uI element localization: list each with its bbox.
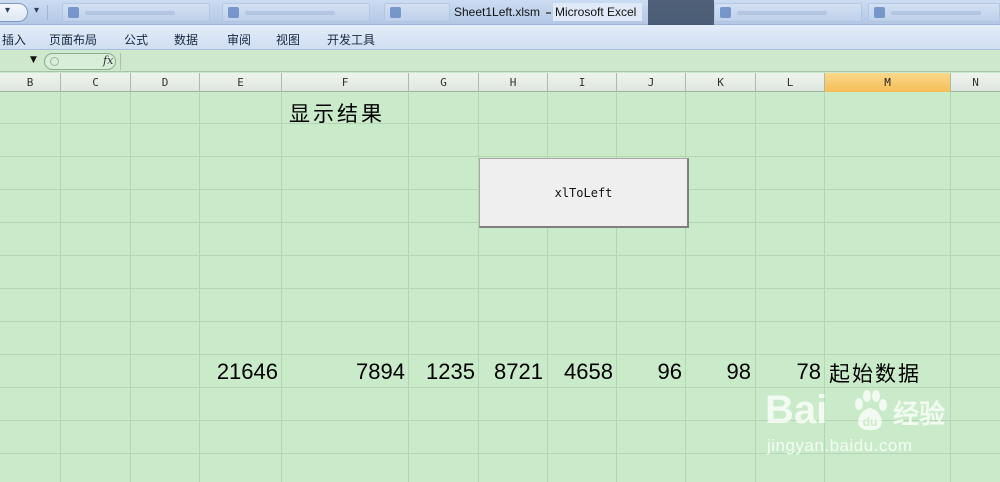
tab-formulas[interactable]: 公式 <box>124 31 148 48</box>
office-button[interactable]: ▾ <box>0 3 28 22</box>
document-icon <box>68 7 79 18</box>
data-cell-g[interactable]: 1235 <box>409 359 475 385</box>
baidu-paw-icon: du <box>855 390 887 431</box>
xltoleft-macro-button[interactable]: xlToLeft <box>479 158 689 228</box>
taskbar-thumbnail[interactable] <box>62 3 210 22</box>
column-header-l[interactable]: L <box>756 73 825 92</box>
column-header-h[interactable]: H <box>479 73 548 92</box>
title-separator <box>546 12 551 14</box>
formula-controls: fx <box>44 53 116 70</box>
data-cell-h[interactable]: 8721 <box>479 359 543 385</box>
column-header-c[interactable]: C <box>61 73 131 92</box>
separator <box>47 5 48 20</box>
tab-data[interactable]: 数据 <box>174 31 198 48</box>
tab-review[interactable]: 审阅 <box>227 31 251 48</box>
baidu-jingyan-watermark: Bai du 经验 jingyan.baidu.com <box>765 388 955 468</box>
taskbar-thumbnail[interactable] <box>384 3 450 22</box>
window-title-filename: Sheet1Left.xlsm <box>454 5 541 19</box>
document-icon <box>390 7 401 18</box>
data-cell-e[interactable]: 21646 <box>200 359 278 385</box>
ribbon-tab-bar: 插入 页面布局 公式 数据 审阅 视图 开发工具 <box>0 25 1000 50</box>
column-header-e[interactable]: E <box>200 73 282 92</box>
data-cell-i[interactable]: 4658 <box>548 359 613 385</box>
formula-bar: ▼ fx <box>0 51 1000 72</box>
column-header-g[interactable]: G <box>409 73 479 92</box>
column-header-row: B C D E F G H I J K L M N <box>0 73 1000 92</box>
data-cell-k[interactable]: 98 <box>686 359 751 385</box>
data-cell-f[interactable]: 7894 <box>282 359 405 385</box>
svg-text:du: du <box>863 415 878 429</box>
taskbar-thumbnail[interactable] <box>868 3 1000 22</box>
document-icon <box>874 7 885 18</box>
document-icon <box>720 7 731 18</box>
column-header-m[interactable]: M <box>825 73 951 92</box>
data-cell-j[interactable]: 96 <box>617 359 682 385</box>
taskbar-thumbnail[interactable] <box>714 3 862 22</box>
document-icon <box>228 7 239 18</box>
formula-input[interactable] <box>120 53 1000 70</box>
column-header-n[interactable]: N <box>951 73 1000 92</box>
watermark-brand: Bai <box>765 388 828 432</box>
column-header-d[interactable]: D <box>131 73 200 92</box>
window-title-app: Microsoft Excel <box>553 3 643 21</box>
tab-page-layout[interactable]: 页面布局 <box>49 31 97 48</box>
tab-developer[interactable]: 开发工具 <box>327 31 375 48</box>
tab-insert[interactable]: 插入 <box>2 31 26 48</box>
column-header-b[interactable]: B <box>0 73 61 92</box>
title-bar: ▾ ▾ Sheet1Left.xlsm Microsoft Excel <box>0 0 1000 25</box>
taskbar-thumbnail[interactable] <box>648 0 714 25</box>
column-header-j[interactable]: J <box>617 73 686 92</box>
column-header-k[interactable]: K <box>686 73 756 92</box>
dropdown-arrow-icon: ▾ <box>5 5 11 16</box>
excel-window: ▾ ▾ Sheet1Left.xlsm Microsoft Excel 插入 页… <box>0 0 1000 482</box>
start-data-label-cell[interactable]: 起始数据 <box>829 358 921 388</box>
watermark-product: 经验 <box>893 400 946 430</box>
expand-icon[interactable] <box>50 57 59 66</box>
quick-access-customize-icon[interactable]: ▾ <box>34 5 39 16</box>
column-header-i[interactable]: I <box>548 73 617 92</box>
insert-function-icon[interactable]: fx <box>103 54 113 67</box>
taskbar-thumbnail[interactable] <box>222 3 370 22</box>
column-header-f[interactable]: F <box>282 73 409 92</box>
name-box-dropdown-icon[interactable]: ▼ <box>30 55 37 65</box>
data-cell-l[interactable]: 78 <box>756 359 821 385</box>
tab-view[interactable]: 视图 <box>276 31 300 48</box>
watermark-url: jingyan.baidu.com <box>767 436 913 455</box>
result-heading-cell[interactable]: 显示结果 <box>289 98 385 128</box>
